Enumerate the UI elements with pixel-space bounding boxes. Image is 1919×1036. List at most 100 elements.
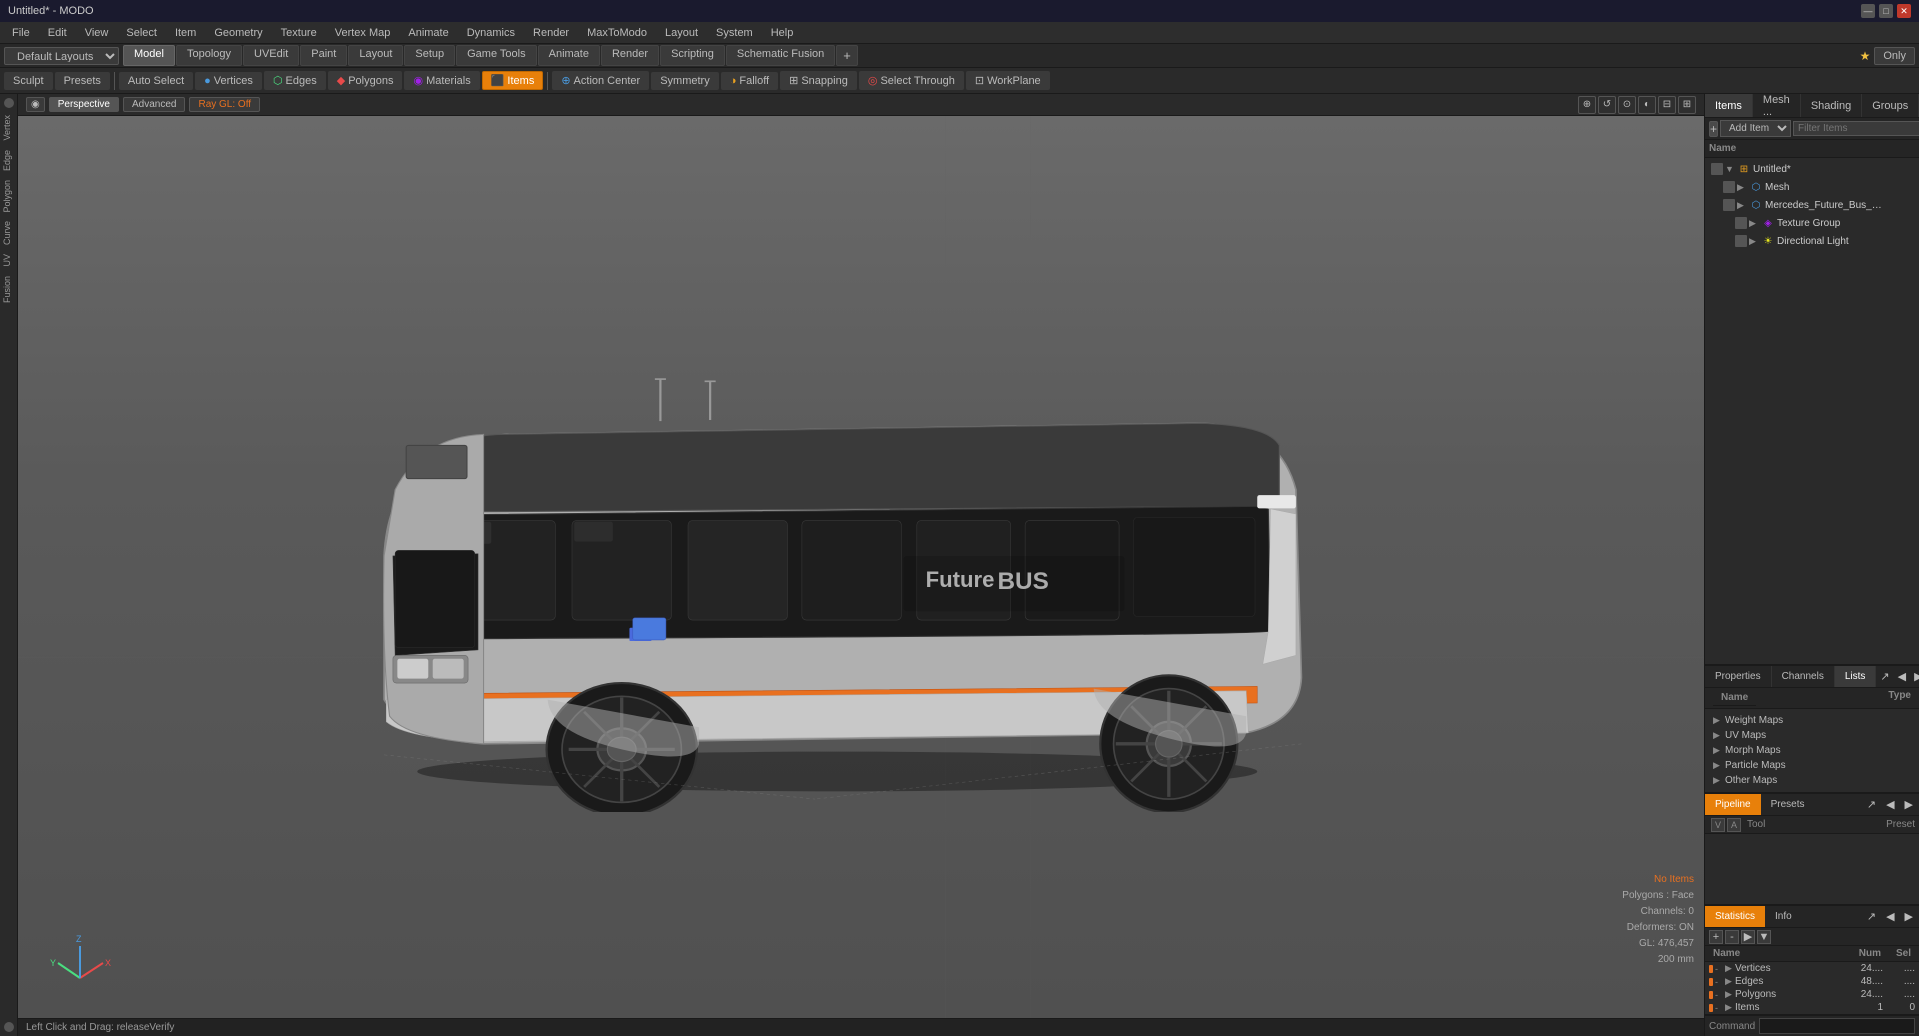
stats-row-edges[interactable]: - ▶ Edges 48.... .... [1705,975,1919,988]
menu-item-dynamics[interactable]: Dynamics [459,25,523,41]
menu-item-help[interactable]: Help [763,25,802,41]
layout-plus-button[interactable]: + [836,45,858,66]
menu-item-render[interactable]: Render [525,25,577,41]
menu-item-file[interactable]: File [4,25,38,41]
sidebar-tab-polygon[interactable]: Polygon [1,176,17,217]
layout-tab-render[interactable]: Render [601,45,659,66]
stats-expand-icon[interactable]: ↗ [1863,908,1880,925]
polygons-button[interactable]: ◆ Polygons [328,71,403,90]
layout-tab-layout[interactable]: Layout [348,45,403,66]
tree-add-button[interactable]: + [1709,121,1718,137]
pipe-icon-v[interactable]: V [1711,818,1725,832]
stats-chev-4[interactable]: ▶ [1725,1002,1733,1013]
tab-lists[interactable]: Lists [1835,666,1877,687]
command-input[interactable] [1759,1018,1915,1034]
tab-items[interactable]: Items [1705,94,1753,117]
sidebar-tab-uv[interactable]: UV [1,250,17,271]
tab-shading[interactable]: Shading [1801,94,1862,117]
sculpt-button[interactable]: Sculpt [4,72,53,90]
vp-ctrl-4[interactable]: ◐ [1638,96,1656,114]
vp-ctrl-3[interactable]: ⊙ [1618,96,1636,114]
snapping-button[interactable]: ⊞ Snapping [780,71,857,90]
close-button[interactable]: ✕ [1897,4,1911,18]
expand-icon-1[interactable]: ▼ [1725,164,1735,174]
maximize-button[interactable]: □ [1879,4,1893,18]
stats-remove-button[interactable]: - [1725,930,1739,944]
sidebar-tab-curve[interactable]: Curve [1,217,17,249]
sidebar-tab-edge[interactable]: Edge [1,146,17,175]
stats-exp-1[interactable]: - [1715,964,1723,974]
tree-item-texture-group[interactable]: ▶ ◈ Texture Group [1731,214,1917,232]
advanced-btn[interactable]: Advanced [123,97,185,112]
list-row-morph-maps[interactable]: ▶ Morph Maps [1709,743,1915,758]
expand-icon-3[interactable]: ▶ [1737,200,1747,211]
raygl-btn[interactable]: Ray GL: Off [189,97,260,112]
list-row-uv-maps[interactable]: ▶ UV Maps [1709,728,1915,743]
list-row-weight-maps[interactable]: ▶ Weight Maps [1709,713,1915,728]
layout-tab-paint[interactable]: Paint [300,45,347,66]
viewport-3d[interactable]: Future BUS [18,116,1704,1018]
stats-more-icon[interactable]: ▶ [1901,908,1917,925]
stats-row-polygons[interactable]: - ▶ Polygons 24.... .... [1705,988,1919,1001]
symmetry-button[interactable]: Symmetry [651,72,719,90]
weight-maps-expand[interactable]: ▶ [1713,715,1721,726]
vp-ctrl-6[interactable]: ⊞ [1678,96,1696,114]
falloff-button[interactable]: ◑ Falloff [721,72,778,90]
menu-item-view[interactable]: View [77,25,117,41]
stats-chev-3[interactable]: ▶ [1725,989,1733,1000]
tab-properties[interactable]: Properties [1705,666,1772,687]
layout-tab-uvedit[interactable]: UVEdit [243,45,299,66]
menu-item-select[interactable]: Select [118,25,165,41]
stats-row-items[interactable]: - ▶ Items 1 0 [1705,1001,1919,1014]
layout-tab-topology[interactable]: Topology [176,45,242,66]
menu-item-system[interactable]: System [708,25,761,41]
menu-item-animate[interactable]: Animate [400,25,456,41]
tree-item-mercedes[interactable]: ▶ ⬡ Mercedes_Future_Bus_Simple .... [1719,196,1917,214]
pipeline-collapse-icon[interactable]: ◀ [1882,796,1898,813]
tab-presets[interactable]: Presets [1761,794,1815,815]
stats-collapse-all[interactable]: ▼ [1757,930,1771,944]
menu-item-item[interactable]: Item [167,25,204,41]
perspective-btn[interactable]: Perspective [49,97,119,112]
layout-tab-game-tools[interactable]: Game Tools [456,45,537,66]
menu-item-texture[interactable]: Texture [273,25,325,41]
vp-ctrl-2[interactable]: ↺ [1598,96,1616,114]
layout-dropdown[interactable]: Default Layouts [4,47,119,65]
add-item-dropdown[interactable]: Add Item [1720,120,1791,137]
select-through-button[interactable]: ◎ Select Through [859,71,964,90]
items-button[interactable]: ⬛ Items [482,71,544,90]
minimize-button[interactable]: — [1861,4,1875,18]
menu-item-geometry[interactable]: Geometry [206,25,270,41]
layout-tab-scripting[interactable]: Scripting [660,45,725,66]
menu-item-vertex-map[interactable]: Vertex Map [327,25,399,41]
tree-item-mesh[interactable]: ▶ ⬡ Mesh [1719,178,1917,196]
pipeline-expand-icon[interactable]: ↗ [1863,796,1880,813]
menu-item-layout[interactable]: Layout [657,25,706,41]
stats-row-vertices[interactable]: - ▶ Vertices 24.... .... [1705,962,1919,975]
action-center-button[interactable]: ⊕ Action Center [552,71,649,90]
expand-icon-4[interactable]: ▶ [1749,218,1759,229]
sidebar-tab-vertex[interactable]: Vertex [1,111,17,145]
tree-item-directional-light[interactable]: ▶ ☀ Directional Light [1731,232,1917,250]
tree-item-untitled[interactable]: ▼ ⊞ Untitled* [1707,160,1917,178]
vp-ctrl-5[interactable]: ⊟ [1658,96,1676,114]
stats-exp-3[interactable]: - [1715,990,1723,1000]
vp-ctrl-1[interactable]: ⊕ [1578,96,1596,114]
expand-icon-2[interactable]: ▶ [1737,182,1747,193]
edges-button[interactable]: ⬡ Edges [264,71,326,90]
props-expand-icon[interactable]: ↗ [1876,668,1893,685]
pipeline-more-icon[interactable]: ▶ [1901,796,1917,813]
expand-icon-5[interactable]: ▶ [1749,236,1759,247]
pipe-icon-a[interactable]: A [1727,818,1741,832]
props-more-icon[interactable]: ▶ [1910,668,1919,685]
other-maps-expand[interactable]: ▶ [1713,775,1721,786]
tab-info[interactable]: Info [1765,906,1802,927]
list-row-other-maps[interactable]: ▶ Other Maps [1709,773,1915,788]
stats-exp-2[interactable]: - [1715,977,1723,987]
layout-tab-setup[interactable]: Setup [404,45,455,66]
vp-mode-btn[interactable]: ◉ [26,97,45,112]
tab-pipeline[interactable]: Pipeline [1705,794,1761,815]
workplane-button[interactable]: ⊡ WorkPlane [966,71,1050,90]
sidebar-tab-fusion[interactable]: Fusion [1,272,17,307]
stats-exp-4[interactable]: - [1715,1003,1723,1013]
